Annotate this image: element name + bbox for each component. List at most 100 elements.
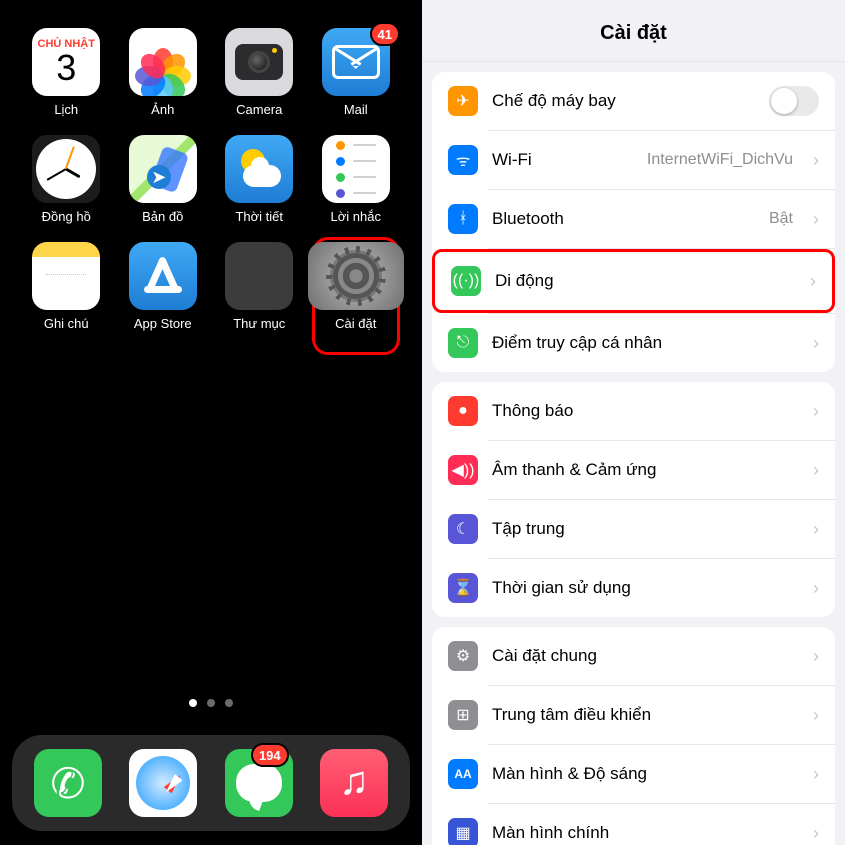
- chevron-right-icon: ›: [813, 150, 819, 171]
- app-label: Đồng hồ: [42, 209, 91, 224]
- settings-row-display[interactable]: AA Màn hình & Độ sáng ›: [432, 745, 835, 803]
- chevron-right-icon: ›: [813, 401, 819, 422]
- settings-row-focus[interactable]: ☾Tập trung›: [432, 500, 835, 558]
- settings-row-general[interactable]: ⚙ Cài đặt chung ›: [432, 627, 835, 685]
- hour-icon: ⌛: [448, 573, 478, 603]
- app-label: Bản đồ: [142, 209, 183, 224]
- settings-screen: Cài đặt ✈Chế độ máy bayᯤWi-FiInternetWiF…: [422, 0, 845, 845]
- gear-icon: ⚙: [448, 641, 478, 671]
- weather-icon: [225, 135, 293, 203]
- messages-badge: 194: [251, 743, 289, 767]
- page-dot: [207, 699, 215, 707]
- app-label: Mail: [344, 102, 368, 117]
- safari-icon: [129, 749, 197, 817]
- page-title: Cài đặt: [422, 0, 845, 62]
- bt-icon: ᚼ: [448, 204, 478, 234]
- row-label: Thông báo: [492, 401, 573, 421]
- app-label: Thư mục: [233, 316, 285, 331]
- maps-app[interactable]: Bản đồ: [115, 135, 212, 224]
- maps-icon: [129, 135, 197, 203]
- grid-icon: ▦: [448, 818, 478, 845]
- chevron-right-icon: ›: [813, 705, 819, 726]
- page-indicator[interactable]: [0, 699, 422, 707]
- chevron-right-icon: ›: [813, 823, 819, 844]
- camera-app[interactable]: Camera: [211, 28, 308, 117]
- chevron-right-icon: ›: [813, 578, 819, 599]
- row-label: Điểm truy cập cá nhân: [492, 333, 662, 353]
- settings-row-bluetooth[interactable]: ᚼBluetoothBật›: [432, 190, 835, 248]
- plane-icon: ✈: [448, 86, 478, 116]
- bell-icon: ●: [448, 396, 478, 426]
- ant-icon: ((·)): [451, 266, 481, 296]
- link-icon: ⎋: [448, 328, 478, 358]
- settings-row-cellular[interactable]: ((·)) Di động ›: [432, 249, 835, 313]
- row-label: Di động: [495, 271, 554, 291]
- chevron-right-icon: ›: [813, 209, 819, 230]
- settings-row-notifications[interactable]: ● Thông báo ›: [432, 382, 835, 440]
- settings-row-hotspot[interactable]: ⎋ Điểm truy cập cá nhân ›: [432, 314, 835, 372]
- music-app[interactable]: ♫: [320, 749, 388, 817]
- app-label: Lời nhắc: [331, 209, 381, 224]
- reminders-icon: [322, 135, 390, 203]
- appstore-app[interactable]: App Store: [115, 242, 212, 331]
- settings-group-general: ⚙ Cài đặt chung › ⊞ Trung tâm điều khiển › AA M…: [432, 627, 835, 845]
- sound-icon: ◀)): [448, 455, 478, 485]
- aa-icon: AA: [448, 759, 478, 789]
- chevron-right-icon: ›: [810, 271, 816, 292]
- wifi-icon: ᯤ: [448, 145, 478, 175]
- row-label: Bluetooth: [492, 209, 564, 229]
- reminders-app[interactable]: Lời nhắc: [308, 135, 405, 224]
- appstore-icon: [129, 242, 197, 310]
- settings-row-screentime[interactable]: ⌛Thời gian sử dụng›: [432, 559, 835, 617]
- settings-app[interactable]: Cài đặt: [308, 242, 405, 331]
- calendar-icon: CHỦ NHẬT 3: [32, 28, 100, 96]
- settings-row-home-screen[interactable]: ▦ Màn hình chính ›: [432, 804, 835, 845]
- photos-app[interactable]: Ảnh: [115, 28, 212, 117]
- page-dot: [225, 699, 233, 707]
- row-label: Chế độ máy bay: [492, 91, 616, 111]
- chevron-right-icon: ›: [813, 333, 819, 354]
- folder-app[interactable]: Thư mục: [211, 242, 308, 331]
- phone-icon: [34, 749, 102, 817]
- music-icon: ♫: [320, 749, 388, 817]
- home-screen: CHỦ NHẬT 3 Lịch Ảnh Camera: [0, 0, 422, 845]
- row-label: Trung tâm điều khiển: [492, 705, 651, 725]
- settings-row-sound[interactable]: ◀)) Âm thanh & Cảm ứng ›: [432, 441, 835, 499]
- frame: CHỦ NHẬT 3 Lịch Ảnh Camera: [0, 0, 845, 845]
- row-label: Màn hình chính: [492, 823, 609, 843]
- safari-app[interactable]: [129, 749, 197, 817]
- dock: 194 ♫: [12, 735, 410, 831]
- app-label: App Store: [134, 316, 192, 331]
- settings-group-network: ✈Chế độ máy bayᯤWi-FiInternetWiFi_DichVu…: [432, 72, 835, 372]
- weather-app[interactable]: Thời tiết: [211, 135, 308, 224]
- calendar-daynum: 3: [56, 50, 76, 86]
- row-label: Cài đặt chung: [492, 646, 597, 666]
- row-label: Màn hình & Độ sáng: [492, 764, 647, 784]
- settings-row-airplane-mode[interactable]: ✈ Chế độ máy bay: [432, 72, 835, 130]
- ctrl-icon: ⊞: [448, 700, 478, 730]
- camera-icon: [225, 28, 293, 96]
- mail-app[interactable]: 41 Mail: [308, 28, 405, 117]
- clock-app[interactable]: Đồng hồ: [18, 135, 115, 224]
- chevron-right-icon: ›: [813, 646, 819, 667]
- app-label: Cài đặt: [335, 316, 376, 331]
- calendar-app[interactable]: CHỦ NHẬT 3 Lịch: [18, 28, 115, 117]
- settings-row-wifi[interactable]: ᯤWi-FiInternetWiFi_DichVu›: [432, 131, 835, 189]
- clock-icon: [32, 135, 100, 203]
- chevron-right-icon: ›: [813, 519, 819, 540]
- app-label: Ảnh: [151, 102, 174, 117]
- settings-group-notify: ●Thông báo›◀))Âm thanh & Cảm ứng›☾Tập tr…: [432, 382, 835, 617]
- app-label: Lịch: [54, 102, 78, 117]
- settings-row-control-center[interactable]: ⊞ Trung tâm điều khiển ›: [432, 686, 835, 744]
- phone-app[interactable]: [34, 749, 102, 817]
- mail-badge: 41: [370, 22, 400, 46]
- row-label: Âm thanh & Cảm ứng: [492, 460, 656, 480]
- row-value: InternetWiFi_DichVu: [647, 151, 799, 169]
- app-grid: CHỦ NHẬT 3 Lịch Ảnh Camera: [0, 0, 422, 331]
- notes-app[interactable]: Ghi chú: [18, 242, 115, 331]
- toggle-airplane-mode[interactable]: [769, 86, 819, 116]
- folder-icon: [225, 242, 293, 310]
- chevron-right-icon: ›: [813, 764, 819, 785]
- chevron-right-icon: ›: [813, 460, 819, 481]
- messages-app[interactable]: 194: [225, 749, 293, 817]
